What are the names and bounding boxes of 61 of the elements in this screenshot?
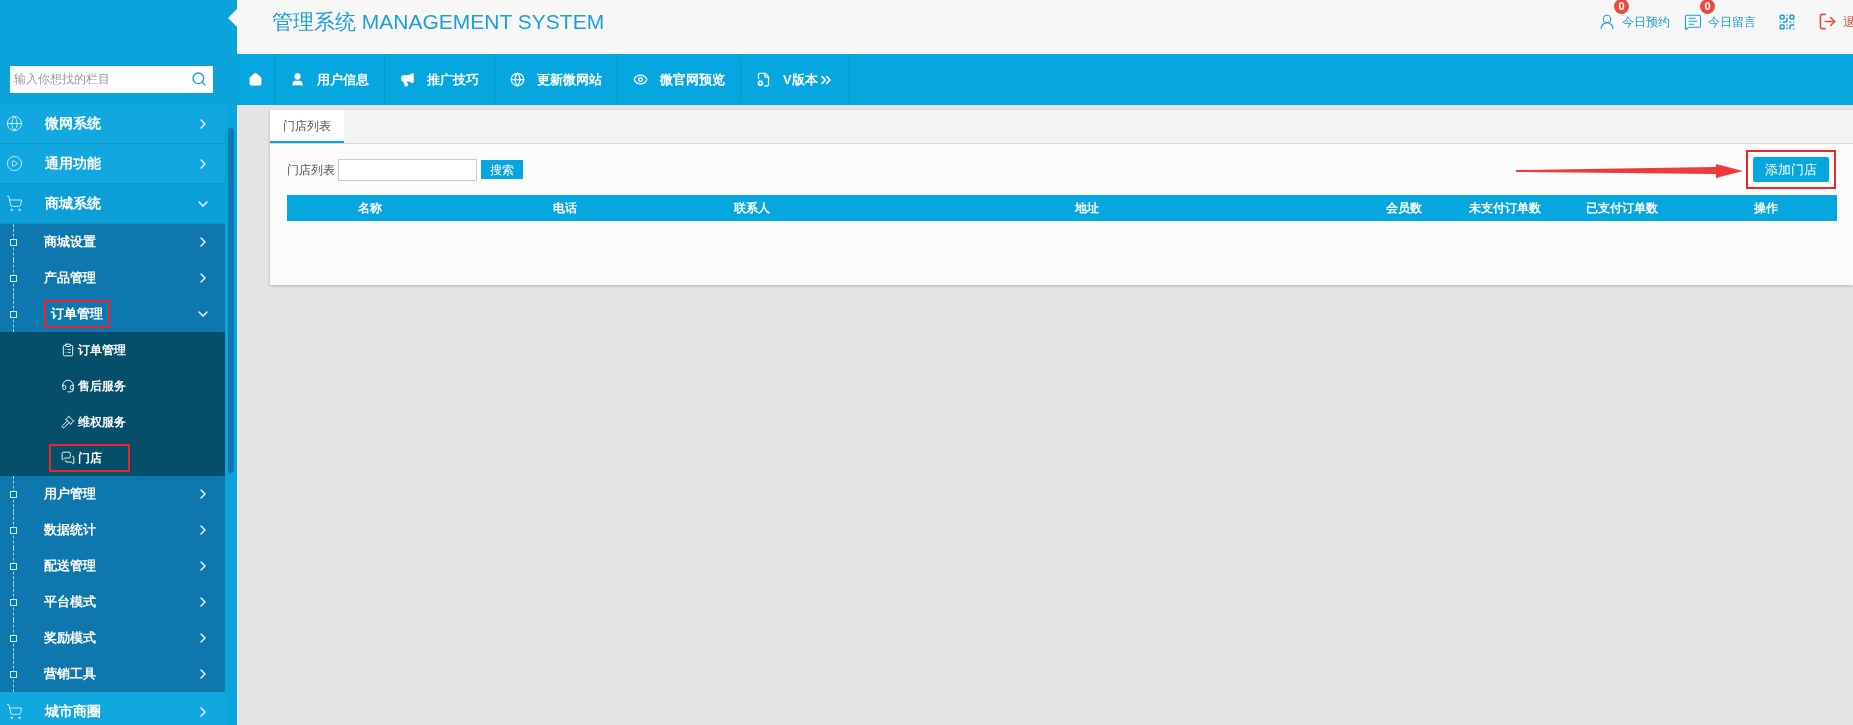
nav-item[interactable]: 推广技巧: [385, 54, 495, 105]
logout-icon[interactable]: [1818, 12, 1837, 31]
filter-field[interactable]: [338, 158, 477, 181]
tree-node-icon: [10, 562, 17, 570]
cart-icon: [6, 195, 23, 212]
search-icon[interactable]: [191, 70, 207, 87]
count-badge: 0: [1614, 0, 1629, 14]
header-link[interactable]: 今日预约: [1622, 13, 1670, 31]
tab[interactable]: 门店列表: [270, 110, 344, 143]
gavel-icon: [61, 415, 75, 429]
sidebar-leaf-item[interactable]: 维权服务: [49, 408, 154, 436]
home-icon: [248, 72, 263, 87]
tree-node-icon: [10, 526, 17, 534]
tree-node-icon: [10, 310, 17, 318]
sidebar-leaf-item[interactable]: 门店: [49, 444, 130, 472]
column-header: 联系人: [732, 200, 771, 217]
play-icon: [6, 155, 23, 172]
globe-icon: [6, 115, 23, 132]
nav-item[interactable]: 更新微网站: [495, 54, 618, 105]
chat-icon: [61, 451, 75, 465]
sidebar-leaf-item[interactable]: 售后服务: [49, 372, 154, 400]
user-icon: [290, 72, 305, 87]
qr-code-icon[interactable]: [1778, 13, 1796, 31]
tree-node-icon: [10, 490, 17, 498]
column-header: 未支付订单数: [1468, 200, 1542, 217]
tree-node-icon: [10, 598, 17, 606]
speech-bubble-icon[interactable]: [1684, 13, 1702, 31]
eye-icon: [633, 72, 648, 87]
globe-icon: [510, 72, 525, 87]
column-header: 已支付订单数: [1585, 200, 1659, 217]
header-link[interactable]: 今日留言: [1708, 13, 1756, 31]
nav-item[interactable]: V版本: [741, 54, 850, 105]
nav-item[interactable]: 用户信息: [275, 54, 385, 105]
search-button[interactable]: 搜索: [481, 160, 523, 179]
sidebar-leaf-item[interactable]: 订单管理: [49, 336, 154, 364]
cart-icon: [6, 703, 23, 720]
window-title: 管理系统 MANAGEMENT SYSTEM: [272, 9, 605, 35]
sidebar-item[interactable]: 城市商圈: [0, 692, 225, 725]
filter-label: 门店列表: [287, 161, 335, 179]
scrollbar-thumb[interactable]: [228, 128, 234, 473]
sidebar-item[interactable]: 微网系统: [0, 104, 225, 144]
document-icon: [756, 72, 771, 87]
tree-node-icon: [10, 274, 17, 282]
tree-node-icon: [10, 238, 17, 246]
headset-icon: [61, 379, 75, 393]
column-header: 名称: [357, 200, 383, 217]
column-header: 地址: [1073, 200, 1100, 217]
add-store-button[interactable]: 添加门店: [1753, 157, 1829, 183]
column-header: 电话: [552, 200, 578, 217]
sidebar-item[interactable]: 商城系统: [0, 184, 225, 224]
count-badge: 0: [1700, 0, 1715, 14]
clipboard-icon: [61, 343, 75, 357]
search-field[interactable]: 输入你想找的栏目: [10, 65, 213, 93]
tree-node-icon: [10, 634, 17, 642]
nav-item[interactable]: 微官网预览: [618, 54, 741, 105]
sidebar-item[interactable]: 通用功能: [0, 144, 225, 184]
tree-node-icon: [10, 670, 17, 678]
column-header: 会员数: [1385, 200, 1423, 217]
megaphone-icon: [400, 72, 415, 87]
user-icon[interactable]: [1598, 13, 1616, 31]
column-header: 操作: [1753, 200, 1779, 217]
